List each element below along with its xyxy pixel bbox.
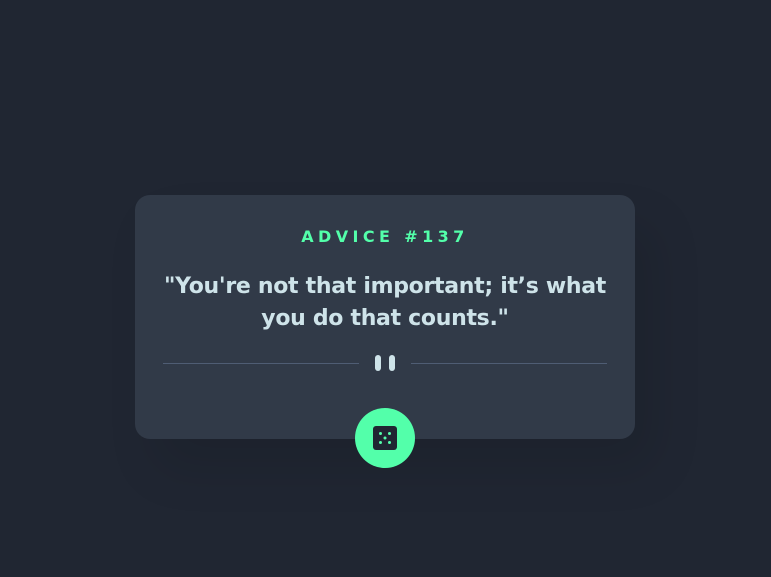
pause-icon (375, 355, 395, 371)
advice-quote: "You're not that important; it’s what yo… (163, 274, 607, 331)
advice-id-label: ADVICE #137 (301, 227, 469, 246)
advice-card: ADVICE #137 "You're not that important; … (135, 195, 635, 468)
divider-line-right (411, 363, 607, 364)
divider-line-left (163, 363, 359, 364)
dice-button[interactable] (355, 408, 415, 468)
divider (163, 355, 607, 371)
dice-icon (373, 426, 397, 450)
